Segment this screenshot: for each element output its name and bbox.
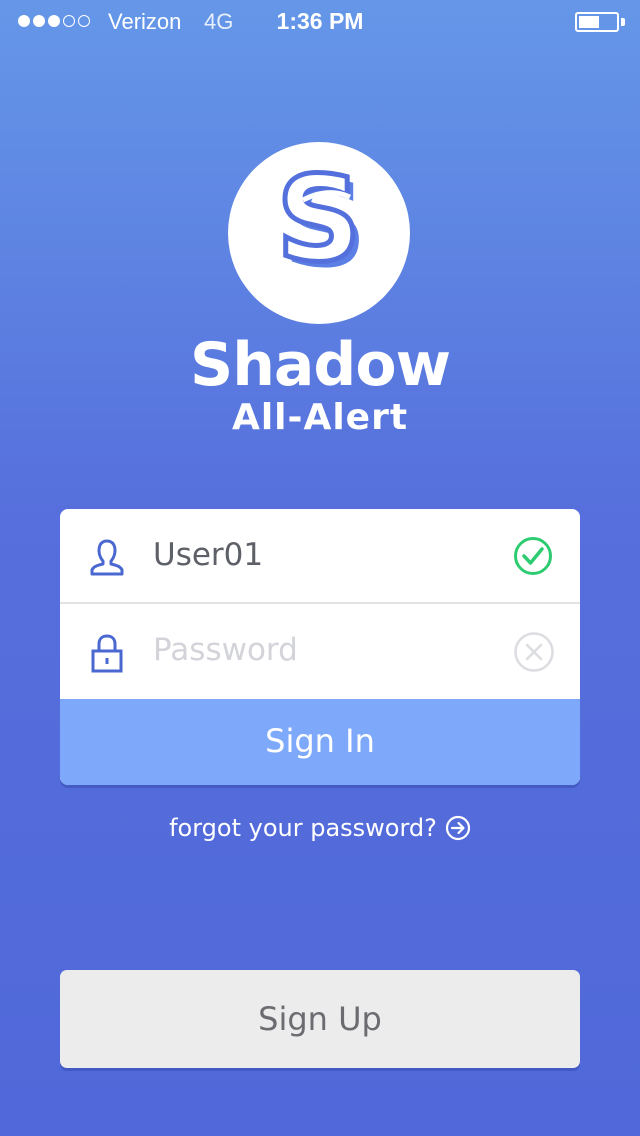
forgot-password-label[interactable]: forgot your password? <box>169 814 437 842</box>
svg-text:S: S <box>277 150 362 288</box>
app-subtitle: All-Alert <box>231 397 409 438</box>
sign-in-button[interactable]: Sign In <box>60 699 580 785</box>
username-input[interactable]: User01 <box>153 537 263 573</box>
app-logo: S S S <box>228 142 410 324</box>
forgot-password-link[interactable]: forgot your password? <box>0 814 640 847</box>
battery-level <box>579 16 599 28</box>
shadow-s-logo-icon: S S S <box>274 148 368 295</box>
app-name: Shadow <box>189 330 451 400</box>
password-field[interactable]: Password <box>60 604 580 697</box>
clear-circle-icon[interactable] <box>513 631 555 677</box>
arrow-right-circle-icon[interactable] <box>445 815 471 847</box>
battery-icon <box>575 12 619 32</box>
lock-icon <box>88 632 126 678</box>
status-time: 1:36 PM <box>276 8 364 34</box>
sign-up-button[interactable]: Sign Up <box>60 970 580 1068</box>
login-form: User01 Password Sign In <box>60 509 580 785</box>
username-field[interactable]: User01 <box>60 509 580 604</box>
password-input[interactable]: Password <box>153 632 298 668</box>
check-circle-icon <box>513 536 553 580</box>
user-icon <box>88 537 126 581</box>
status-bar: Verizon 4G 1:36 PM <box>0 0 640 42</box>
